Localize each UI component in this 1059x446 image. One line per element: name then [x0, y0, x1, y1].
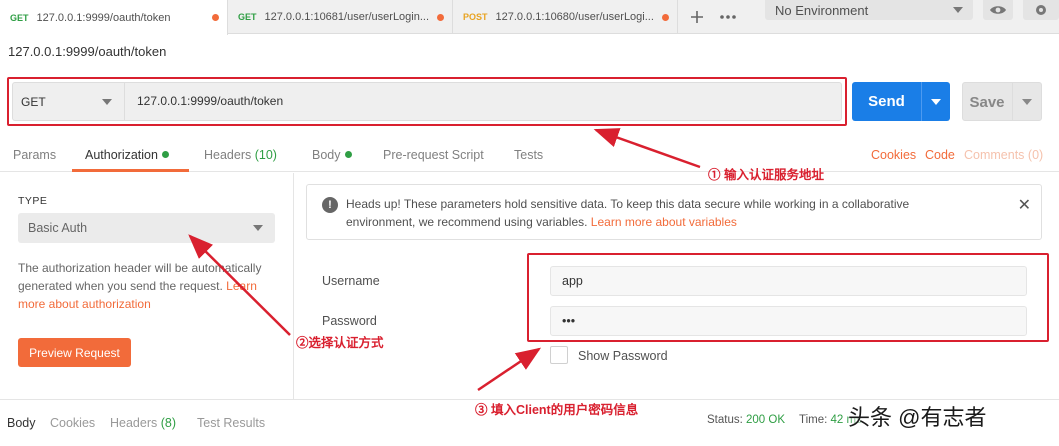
annotation-2: ②选择认证方式 [296, 336, 384, 350]
arrow-to-credentials-icon [477, 347, 542, 392]
watermark: 头条 @有志者 [848, 405, 987, 430]
arrow-to-auth-type-icon [188, 234, 291, 336]
annotation-1: ① 输入认证服务地址 [708, 168, 824, 182]
annotation-arrows [188, 128, 701, 392]
annotation-3: ③ 填入Client的用户密码信息 [475, 403, 639, 417]
arrow-to-url-icon [593, 128, 701, 169]
